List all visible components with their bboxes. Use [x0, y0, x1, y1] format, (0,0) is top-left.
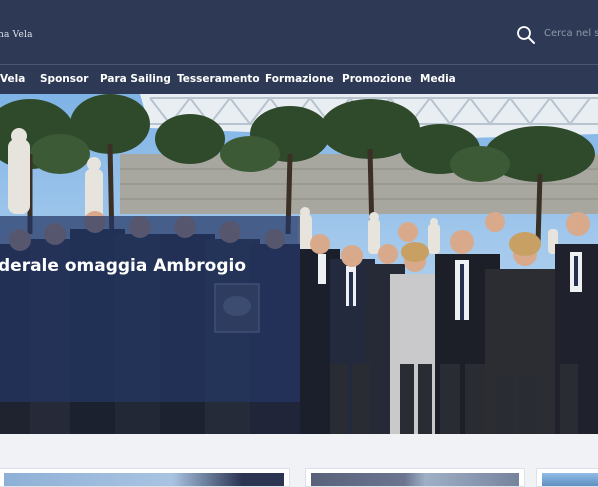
news-card[interactable] — [536, 468, 598, 487]
nav-item-sponsor[interactable]: Sponsor — [40, 73, 88, 85]
news-card-image — [4, 473, 284, 486]
hero-caption-overlay: derale omaggia Ambrogio — [0, 216, 300, 402]
header-divider — [0, 64, 598, 65]
nav-item-tesseramento[interactable]: Tesseramento — [177, 73, 260, 85]
news-card[interactable] — [305, 468, 525, 487]
hero-slider[interactable]: derale omaggia Ambrogio — [0, 94, 598, 434]
main-nav: Vela Sponsor Para Sailing Tesseramento F… — [0, 66, 598, 94]
news-card[interactable] — [0, 468, 290, 487]
search-input[interactable] — [544, 24, 598, 42]
news-card-image — [311, 473, 519, 486]
nav-item-media[interactable]: Media — [420, 73, 456, 85]
news-card-image — [542, 473, 598, 486]
site-logo-text[interactable]: na Vela — [0, 30, 33, 40]
site-header: na Vela — [0, 0, 598, 66]
search-icon[interactable] — [516, 25, 536, 45]
hero-caption-title[interactable]: derale omaggia Ambrogio — [0, 256, 246, 276]
nav-item-para-sailing[interactable]: Para Sailing — [100, 73, 171, 85]
nav-item-formazione[interactable]: Formazione — [265, 73, 334, 85]
nav-item-promozione[interactable]: Promozione — [342, 73, 412, 85]
nav-item-vela[interactable]: Vela — [0, 73, 25, 85]
